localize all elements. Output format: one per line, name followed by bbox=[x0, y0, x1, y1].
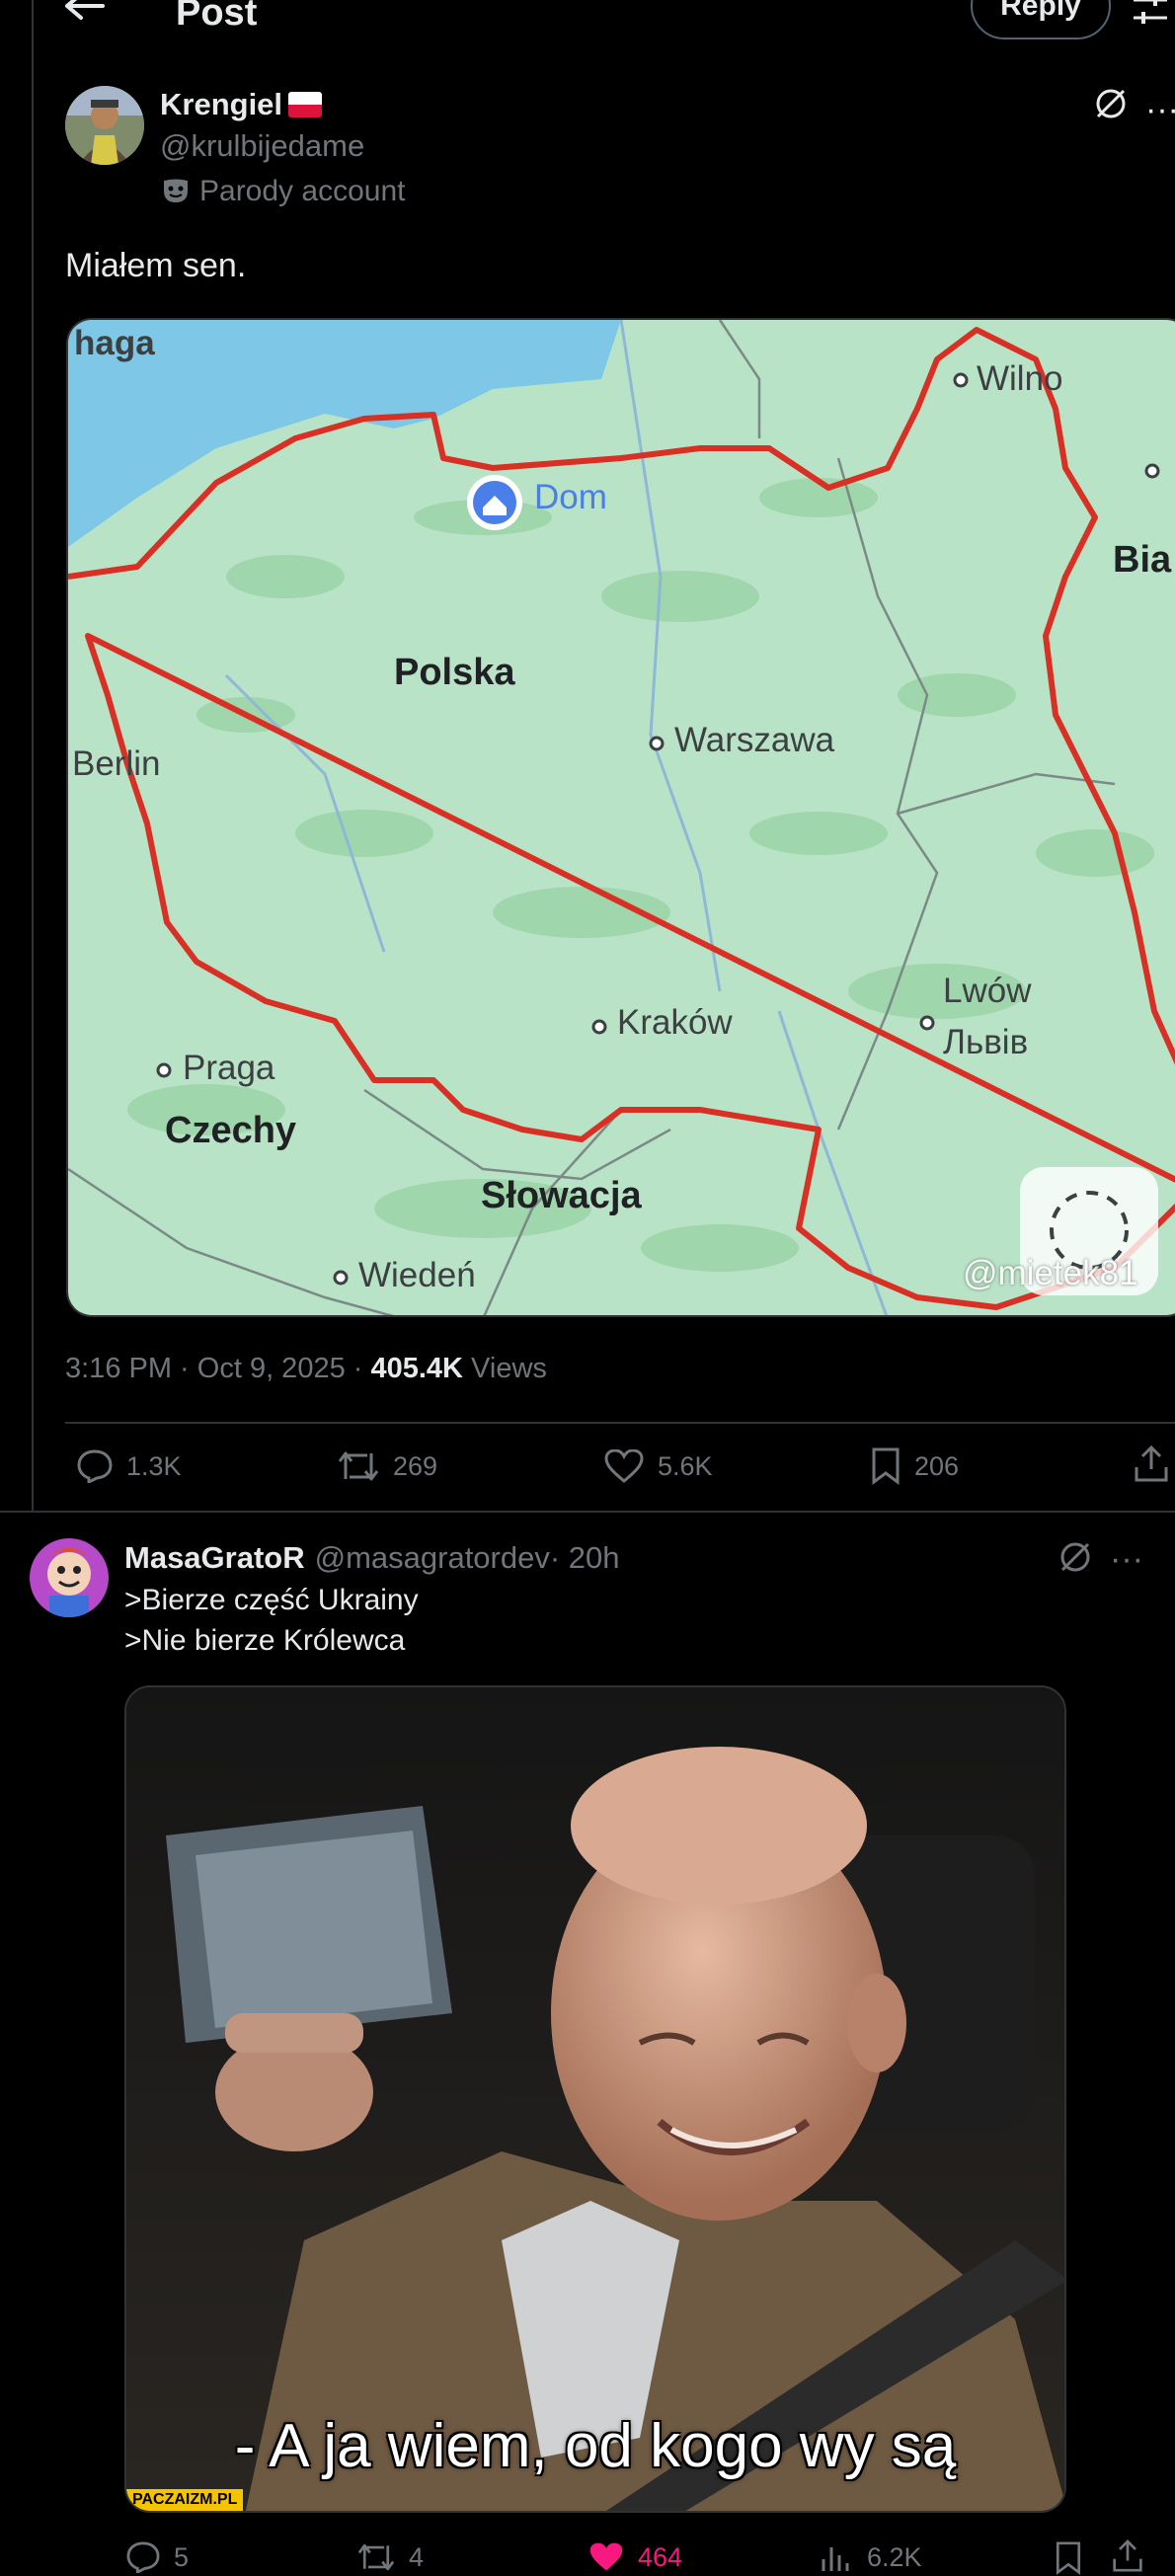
parody-label: Parody account bbox=[199, 175, 406, 207]
reply-like-count: 464 bbox=[638, 2541, 683, 2572]
map-label-lviv: Львів bbox=[943, 1023, 1029, 1061]
like-count: 5.6K bbox=[658, 1450, 713, 1481]
map-label-warszawa: Warszawa bbox=[674, 721, 835, 759]
map-label-dom: Dom bbox=[534, 478, 607, 516]
share-icon[interactable] bbox=[1134, 1445, 1169, 1483]
post-meta: 3:16 PM · Oct 9, 2025 · 405.4K Views bbox=[65, 1353, 547, 1385]
reply-avatar[interactable] bbox=[30, 1538, 109, 1617]
page-title: Post bbox=[176, 0, 258, 34]
map-label-slowacja: Słowacja bbox=[481, 1175, 642, 1216]
map-image[interactable]: haga Wilno Dom Bia Polska Berlin Warszaw… bbox=[66, 318, 1175, 1317]
map-label-krakow: Kraków bbox=[617, 1003, 733, 1042]
author-name[interactable]: Krengiel bbox=[160, 87, 282, 122]
meme-caption: - A ja wiem, od kogo wy są bbox=[234, 2412, 957, 2480]
author-handle[interactable]: @krulbijedame bbox=[160, 128, 364, 164]
map-label-czechy: Czechy bbox=[165, 1110, 297, 1151]
map-label-wieden: Wiedeń bbox=[358, 1256, 476, 1294]
map-label-bia: Bia bbox=[1113, 539, 1172, 581]
share-icon[interactable] bbox=[1112, 2539, 1143, 2573]
reply-repost-count: 4 bbox=[409, 2541, 425, 2572]
reply-text-line-1: >Bierze część Ukrainy bbox=[124, 1584, 419, 1616]
reply-author-handle[interactable]: @masagratordev bbox=[315, 1540, 550, 1576]
tiktok-watermark: @mietek81 bbox=[963, 1254, 1138, 1292]
avatar[interactable] bbox=[65, 86, 144, 165]
repost-icon bbox=[338, 1451, 379, 1481]
reply-views-action[interactable]: 6.2K bbox=[820, 2541, 922, 2573]
post-text: Miałem sen. bbox=[65, 247, 247, 284]
map-label-wilno: Wilno bbox=[977, 359, 1063, 398]
heart-filled-icon bbox=[589, 2542, 623, 2571]
post-timestamp[interactable]: 3:16 PM · Oct 9, 2025 · bbox=[65, 1353, 370, 1384]
more-options-icon[interactable]: ··· bbox=[1110, 1540, 1143, 1579]
grok-icon[interactable] bbox=[1058, 1540, 1092, 1574]
map-label-praga: Praga bbox=[183, 1049, 275, 1087]
repost-icon bbox=[357, 2543, 395, 2571]
like-action[interactable]: 5.6K bbox=[604, 1449, 713, 1483]
reply-icon bbox=[77, 1449, 113, 1483]
reply-action[interactable]: 1.3K bbox=[77, 1449, 182, 1483]
bookmark-icon[interactable] bbox=[1055, 2541, 1082, 2575]
divider bbox=[65, 1422, 1175, 1424]
back-arrow-icon[interactable] bbox=[65, 0, 105, 26]
bookmark-action[interactable]: 206 bbox=[871, 1447, 959, 1485]
map-label-lwow: Lwów bbox=[943, 972, 1032, 1010]
map-label-haga: haga bbox=[74, 324, 155, 362]
parody-mask-icon bbox=[162, 179, 190, 204]
grok-icon[interactable] bbox=[1094, 87, 1128, 120]
bookmark-icon bbox=[872, 1447, 900, 1485]
map-label-berlin: Berlin bbox=[72, 744, 161, 783]
reply-text-line-2: >Nie bierze Królewca bbox=[124, 1624, 406, 1657]
views-chart-icon bbox=[822, 2547, 849, 2571]
views-count: 405.4K bbox=[370, 1353, 463, 1384]
divider bbox=[0, 1511, 1175, 1513]
bookmark-count: 206 bbox=[914, 1450, 960, 1481]
thread-line bbox=[32, 0, 34, 1511]
meme-image[interactable]: - A ja wiem, od kogo wy są PACZAIZM.PL bbox=[124, 1685, 1066, 2513]
poland-flag-icon bbox=[288, 92, 323, 117]
reply-reply-count: 5 bbox=[174, 2541, 190, 2572]
map-label-polska: Polska bbox=[394, 652, 515, 693]
reply-author-name[interactable]: MasaGratoR bbox=[124, 1540, 305, 1576]
reply-button[interactable]: Reply bbox=[971, 0, 1111, 39]
reply-count: 1.3K bbox=[126, 1450, 182, 1481]
more-options-icon[interactable]: ··· bbox=[1145, 91, 1175, 129]
repost-action[interactable]: 269 bbox=[338, 1449, 437, 1483]
heart-icon bbox=[604, 1449, 644, 1483]
reply-time[interactable]: · 20h bbox=[550, 1540, 620, 1576]
reply-repost-action[interactable]: 4 bbox=[357, 2541, 424, 2573]
reply-views-count: 6.2K bbox=[867, 2541, 922, 2572]
reply-icon bbox=[126, 2541, 160, 2573]
reply-reply-action[interactable]: 5 bbox=[126, 2541, 189, 2573]
meme-watermark: PACZAIZM.PL bbox=[126, 2489, 244, 2511]
views-label: Views bbox=[463, 1353, 547, 1384]
reply-like-action[interactable]: 464 bbox=[588, 2541, 682, 2573]
repost-count: 269 bbox=[393, 1450, 438, 1481]
filter-icon[interactable] bbox=[1134, 0, 1167, 26]
